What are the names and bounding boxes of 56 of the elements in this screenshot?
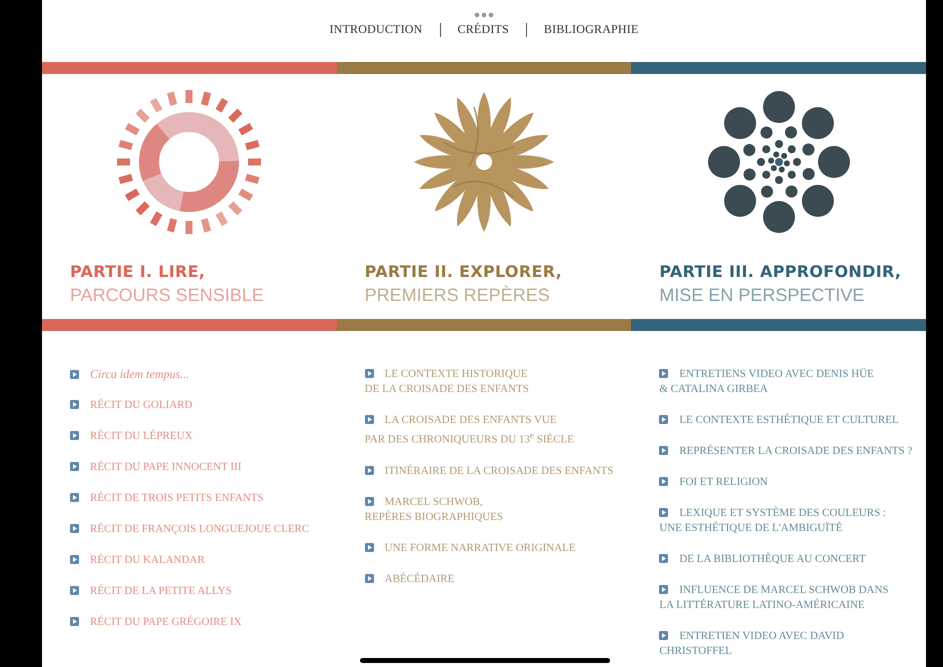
chapter-link[interactable]: RÉCIT DU KALANDAR (70, 553, 205, 568)
chapter-link[interactable]: UNE FORME NARRATIVE ORIGINALE (364, 540, 576, 556)
chapter-link[interactable]: ENTRETIEN VIDEO AVEC DAVID CHRISTOFFEL (659, 629, 844, 659)
chapter-link[interactable]: RÉCIT DE FRANÇOIS LONGUEJOUE CLERC (70, 522, 310, 537)
part-subtitle: PARCOURS SENSIBLE (70, 285, 265, 306)
chapter-link[interactable]: DE LA BIBLIOTHÈQUE AU CONCERT (659, 552, 866, 567)
part-subtitle: PREMIERS REPÈRES (364, 285, 551, 306)
chapter-link[interactable]: ITINÉRAIRE DE LA CROISADE DES ENFANTS (364, 464, 614, 479)
chapter-link[interactable]: ENTRETIENS VIDEO AVEC DENIS HÜE & CATALINA GIRBEA (659, 367, 874, 397)
part-subtitle: MISE EN PERSPECTIVE (659, 285, 866, 306)
play-icon (70, 617, 79, 626)
part-title: PARTIE I. LIRE, (70, 262, 206, 281)
nav-link[interactable]: BIBLIOGRAPHIE (526, 22, 656, 37)
play-icon (364, 542, 374, 552)
play-icon (70, 431, 79, 440)
chapter-link[interactable]: ABÉCÉDAIRE (364, 572, 454, 587)
play-icon (70, 462, 79, 471)
play-icon (659, 554, 668, 563)
play-icon (659, 631, 668, 640)
chapter-link[interactable]: RÉCIT DU GOLIARD (70, 398, 192, 413)
play-icon (659, 446, 668, 455)
play-icon (659, 477, 668, 486)
play-icon (70, 555, 79, 564)
chapter-link[interactable]: RÉCIT DE LA PETITE ALLYS (70, 584, 232, 599)
chapter-link[interactable]: REPRÉSENTER LA CROISADE DES ENFANTS ? (659, 444, 912, 459)
play-icon (364, 369, 374, 378)
nav-link[interactable]: INTRODUCTION (312, 22, 440, 37)
play-icon (659, 369, 668, 378)
play-icon (70, 524, 79, 533)
chapter-link[interactable]: LA CROISADE DES ENFANTS VUE PAR DES CHRONIQUEURS DU 13$^{e}$ SIÈCLE (364, 413, 574, 448)
chapter-link[interactable]: LEXIQUE ET SYSTÈME DES COULEURS : UNE ESTHÉTIQUE DE L'AMBIGUÏTÉ (659, 506, 886, 536)
part-title: PARTIE II. EXPLORER, (364, 262, 563, 281)
chapter-link[interactable]: RÉCIT DU LÉPREUX (70, 429, 192, 444)
more-dots-icon[interactable] (474, 12, 494, 18)
play-icon (659, 508, 668, 517)
chapter-link[interactable]: LE CONTEXTE ESTHÉTIQUE ET CULTUREL (659, 413, 899, 428)
play-icon (70, 400, 79, 409)
chapter-link[interactable]: LE CONTEXTE HISTORIQUE DE LA CROISADE DES ENFANTS (364, 367, 529, 397)
chapter-link[interactable]: FOI ET RELIGION (659, 475, 768, 490)
chapter-link[interactable]: INFLUENCE DE MARCEL SCHWOB DANS LA LITTÉRATURE LATINO-AMÉRICAINE (659, 583, 889, 613)
play-icon (364, 496, 374, 506)
play-icon (70, 493, 79, 502)
nav-link[interactable]: CRÉDITS (440, 22, 526, 37)
play-icon (364, 466, 374, 475)
play-icon (70, 370, 79, 379)
part-title: PARTIE III. APPROFONDIR, (659, 262, 902, 281)
chapter-link[interactable]: RÉCIT DU PAPE GRÉGOIRE IX (70, 615, 242, 630)
play-icon (364, 574, 374, 583)
play-icon (364, 415, 374, 424)
play-icon (70, 586, 79, 595)
chapter-link[interactable]: Circa idem tempus... (70, 367, 190, 382)
chapter-link[interactable]: RÉCIT DU PAPE INNOCENT III (70, 460, 242, 475)
play-icon (659, 415, 668, 424)
chapter-link[interactable]: RÉCIT DE TROIS PETITS ENFANTS (70, 491, 264, 506)
play-icon (659, 585, 668, 594)
chapter-link[interactable]: MARCEL SCHWOB, REPÈRES BIOGRAPHIQUES (364, 494, 504, 525)
